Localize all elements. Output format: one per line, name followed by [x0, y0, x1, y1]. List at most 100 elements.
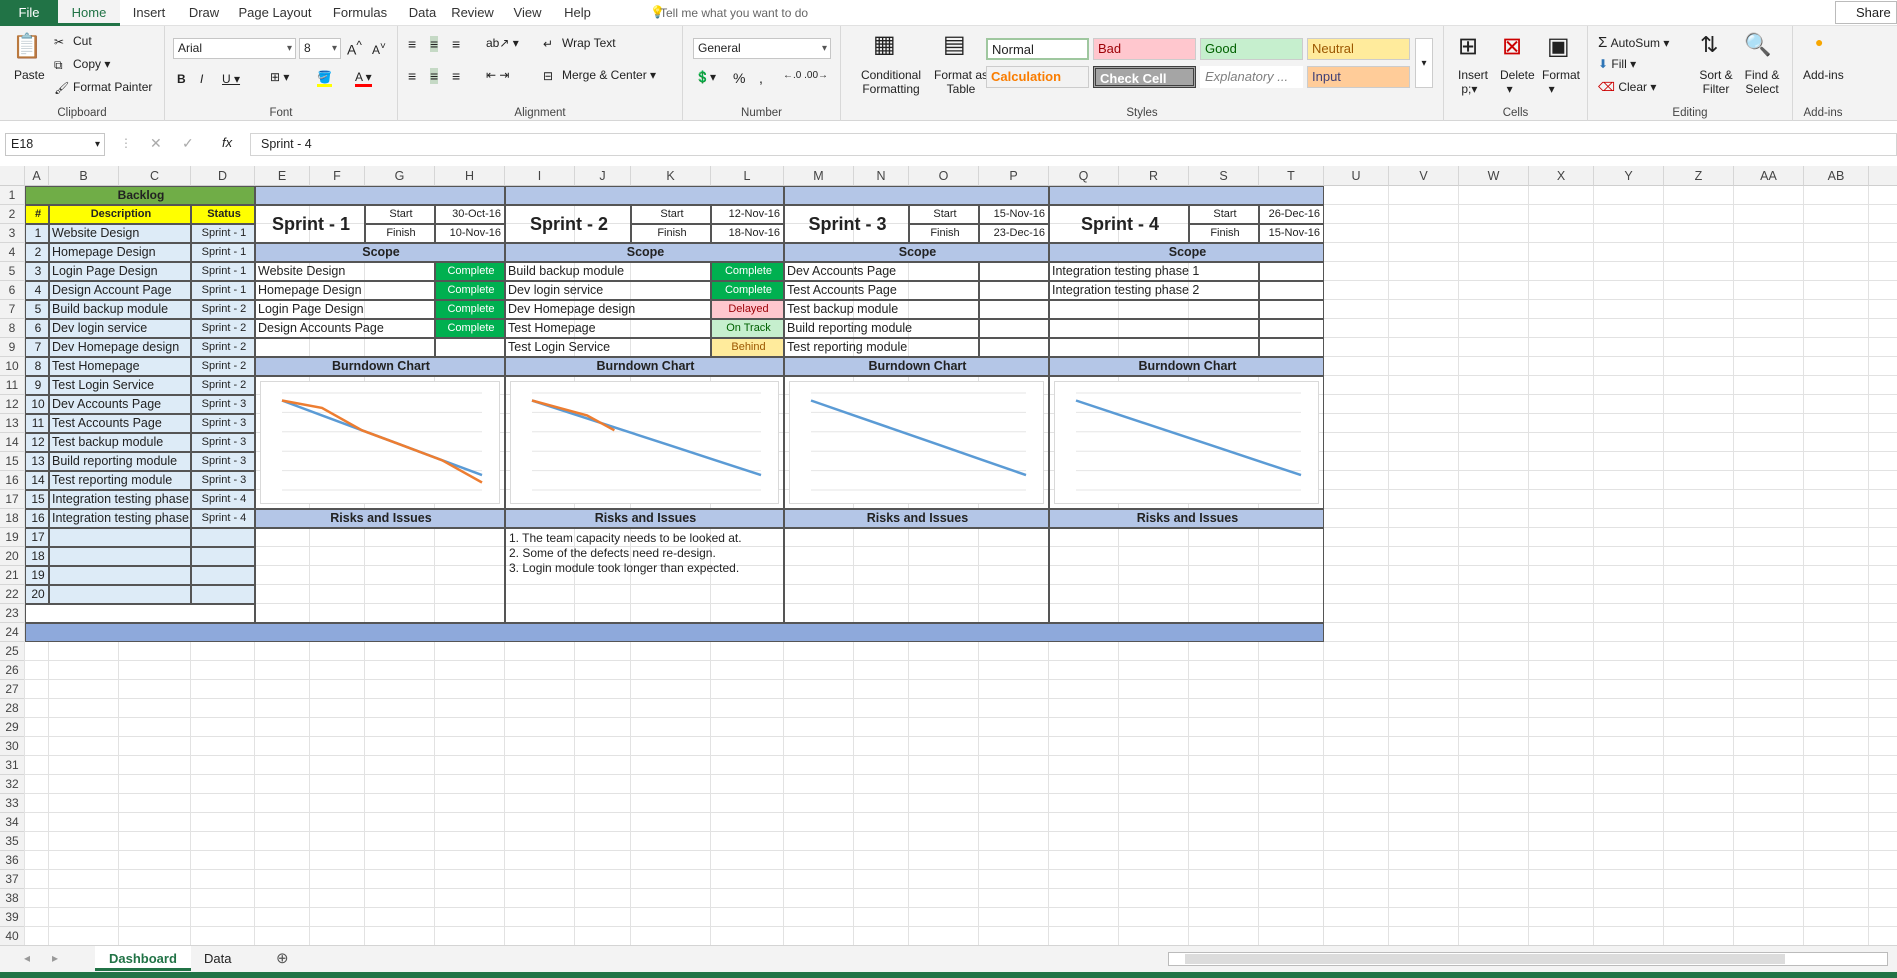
scope-status[interactable]: Complete: [435, 319, 505, 338]
addins-icon[interactable]: ●: [1815, 34, 1823, 50]
conditional-formatting-icon[interactable]: ▦: [873, 30, 896, 59]
backlog-desc[interactable]: Website Design: [49, 224, 191, 243]
row-header[interactable]: 26: [0, 661, 25, 680]
row-header[interactable]: 35: [0, 832, 25, 851]
delete-cells-button[interactable]: Delete ▾: [1500, 68, 1535, 96]
name-box[interactable]: E18 ▾: [5, 133, 105, 156]
scope-status[interactable]: Complete: [435, 281, 505, 300]
column-header[interactable]: Q: [1049, 166, 1119, 186]
decimal-icons[interactable]: ←.0 .00→: [783, 70, 828, 81]
scope-status[interactable]: [979, 338, 1049, 357]
align-middle-icon[interactable]: ≡: [430, 36, 439, 52]
backlog-status[interactable]: [191, 528, 255, 547]
scope-status[interactable]: [1259, 281, 1324, 300]
sprint-start-date[interactable]: 26-Dec-16: [1259, 205, 1324, 224]
backlog-status[interactable]: Sprint - 1: [191, 281, 255, 300]
indent-icons[interactable]: ⇤ ⇥: [486, 68, 509, 82]
copy-button[interactable]: ⧉ Copy ▾: [54, 57, 110, 72]
scope-item[interactable]: [1049, 300, 1259, 319]
merge-center-button[interactable]: ⊟ Merge & Center ▾: [543, 68, 656, 83]
backlog-status[interactable]: [191, 547, 255, 566]
sprint-start-date[interactable]: 30-Oct-16: [435, 205, 505, 224]
row-header[interactable]: 39: [0, 908, 25, 927]
column-header[interactable]: I: [505, 166, 575, 186]
insert-cells-icon[interactable]: ⊞: [1458, 32, 1478, 61]
scope-item[interactable]: Design Accounts Page: [255, 319, 435, 338]
percent-icon[interactable]: %: [733, 70, 745, 86]
align-center-icon[interactable]: ≡: [430, 68, 439, 84]
backlog-status[interactable]: Sprint - 2: [191, 357, 255, 376]
scope-status[interactable]: Behind: [711, 338, 784, 357]
row-header[interactable]: 11: [0, 376, 25, 395]
scope-status[interactable]: Complete: [435, 262, 505, 281]
row-header[interactable]: 7: [0, 300, 25, 319]
backlog-desc[interactable]: Build backup module: [49, 300, 191, 319]
backlog-num[interactable]: 6: [25, 319, 49, 338]
row-header[interactable]: 17: [0, 490, 25, 509]
row-header[interactable]: 8: [0, 319, 25, 338]
scope-item[interactable]: Integration testing phase 1: [1049, 262, 1259, 281]
sort-filter-button[interactable]: Sort & Filter: [1696, 68, 1736, 96]
font-name-combo[interactable]: Arial: [173, 38, 296, 59]
orientation-icon[interactable]: ab↗ ▾: [486, 36, 519, 50]
backlog-desc[interactable]: Test Accounts Page: [49, 414, 191, 433]
worksheet-grid[interactable]: ABCDEFGHIJKLMNOPQRSTUVWXYZAAABA123456789…: [0, 166, 1897, 945]
style-neutral[interactable]: Neutral: [1307, 38, 1410, 60]
backlog-num[interactable]: 15: [25, 490, 49, 509]
scope-status[interactable]: [979, 300, 1049, 319]
sheet-tab-dashboard[interactable]: Dashboard: [95, 946, 191, 971]
scope-status[interactable]: [1259, 319, 1324, 338]
sort-filter-icon[interactable]: ⇅: [1700, 32, 1718, 58]
backlog-desc[interactable]: Test Homepage: [49, 357, 191, 376]
row-header[interactable]: 24: [0, 623, 25, 642]
font-color-icon[interactable]: A ▾: [355, 70, 372, 87]
style-input[interactable]: Input: [1307, 66, 1410, 88]
style-normal[interactable]: Normal: [986, 38, 1089, 60]
accounting-icon[interactable]: 💲▾: [695, 70, 716, 84]
row-header[interactable]: 19: [0, 528, 25, 547]
scope-item[interactable]: [1049, 319, 1259, 338]
bold-button[interactable]: B: [177, 72, 186, 86]
backlog-status[interactable]: Sprint - 2: [191, 300, 255, 319]
backlog-num[interactable]: 17: [25, 528, 49, 547]
share-button[interactable]: Share: [1835, 1, 1897, 24]
row-header[interactable]: 1: [0, 186, 25, 205]
row-header[interactable]: 21: [0, 566, 25, 585]
backlog-desc[interactable]: [49, 547, 191, 566]
scope-status[interactable]: [1259, 338, 1324, 357]
column-header[interactable]: R: [1119, 166, 1189, 186]
align-bottom-icon[interactable]: ≡: [452, 36, 460, 52]
find-select-icon[interactable]: 🔍: [1744, 32, 1771, 58]
row-header[interactable]: 12: [0, 395, 25, 414]
row-header[interactable]: 28: [0, 699, 25, 718]
burndown-chart[interactable]: [510, 381, 779, 504]
italic-button[interactable]: I: [200, 72, 203, 86]
scope-item[interactable]: Test Homepage: [505, 319, 711, 338]
scope-item[interactable]: Test Login Service: [505, 338, 711, 357]
backlog-num[interactable]: 3: [25, 262, 49, 281]
backlog-status[interactable]: Sprint - 4: [191, 509, 255, 528]
column-header[interactable]: A: [1869, 166, 1897, 186]
backlog-desc[interactable]: Build reporting module: [49, 452, 191, 471]
backlog-num[interactable]: 20: [25, 585, 49, 604]
formula-input[interactable]: Sprint - 4: [250, 133, 1897, 156]
backlog-desc[interactable]: Dev login service: [49, 319, 191, 338]
column-header[interactable]: B: [49, 166, 119, 186]
backlog-num[interactable]: 14: [25, 471, 49, 490]
backlog-num[interactable]: 12: [25, 433, 49, 452]
risks-cell[interactable]: 1. The team capacity needs to be looked …: [505, 528, 784, 623]
backlog-num[interactable]: 4: [25, 281, 49, 300]
ribbon-tab-data[interactable]: Data: [400, 0, 445, 26]
sprint-start-date[interactable]: 12-Nov-16: [711, 205, 784, 224]
scope-status[interactable]: On Track: [711, 319, 784, 338]
backlog-num[interactable]: 13: [25, 452, 49, 471]
row-header[interactable]: 9: [0, 338, 25, 357]
sprint-finish-date[interactable]: 18-Nov-16: [711, 224, 784, 243]
column-header[interactable]: O: [909, 166, 979, 186]
backlog-status[interactable]: Sprint - 4: [191, 490, 255, 509]
style-bad[interactable]: Bad: [1093, 38, 1196, 60]
ribbon-tab-file[interactable]: File: [0, 0, 58, 26]
backlog-status[interactable]: [191, 585, 255, 604]
backlog-status[interactable]: Sprint - 3: [191, 452, 255, 471]
row-header[interactable]: 13: [0, 414, 25, 433]
